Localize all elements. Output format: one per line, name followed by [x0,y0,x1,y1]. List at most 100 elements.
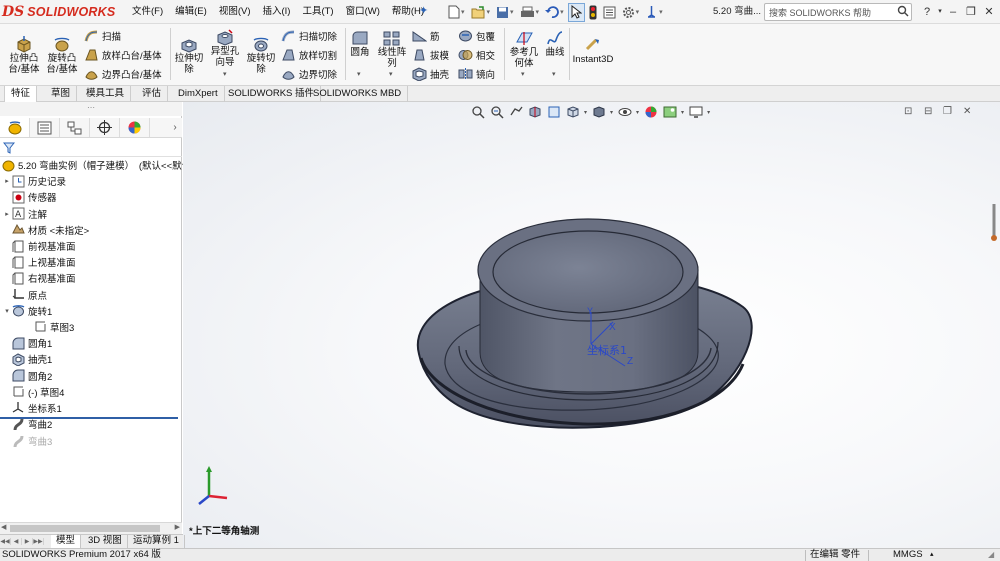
close-icon[interactable]: ✕ [980,0,998,24]
save-button[interactable]: ▾ [494,3,516,22]
tree-item-sketch4[interactable]: (-) 草图4 [0,384,180,400]
tab-evaluate[interactable]: 评估 [136,86,169,102]
graphics-area[interactable]: ▾ ▾ ▾ ▾ ▾ ⊡ ⊟ ❐ ✕ Y X Z 坐标系1 *上下二等角轴测 [183,102,1000,548]
search-icon[interactable] [895,5,911,20]
menu-edit[interactable]: 编辑(E) [169,0,213,24]
lofted-boss-button[interactable]: 放样凸台/基体 [84,46,162,64]
shell-button[interactable]: 抽壳 [412,65,449,83]
linear-pattern-button[interactable]: 线性阵 列 [374,30,410,69]
revolved-boss-button[interactable]: 旋转凸 台/基体 [44,36,80,75]
menu-window[interactable]: 窗口(W) [340,0,386,24]
tree-item-fillet1[interactable]: 圆角1 [0,335,180,351]
tab-dimxpert[interactable]: DimXpert [172,86,225,102]
linear-pattern-dropdown-icon[interactable]: ▾ [389,70,393,78]
tree-item-shell1[interactable]: 抽壳1 [0,351,180,367]
help-search-input[interactable]: 搜索 SOLIDWORKS 帮助 [765,6,895,19]
boundary-boss-button[interactable]: 边界凸台/基体 [84,65,162,83]
print-button[interactable]: ▾ [518,3,542,22]
tree-item-origin[interactable]: 原点 [0,287,180,303]
collapse-icon[interactable]: ▾ [2,307,12,315]
first-tab-icon[interactable]: ◀◀ [0,538,11,545]
tree-item-sketch3[interactable]: 草图3 [0,319,180,335]
scroll-left-icon[interactable]: ◀ [1,523,6,531]
new-document-button[interactable]: ▾ [446,3,467,22]
tree-item-annotations[interactable]: ▸ A 注解 [0,206,180,222]
fillet-dropdown-icon[interactable]: ▾ [357,70,361,78]
menu-file[interactable]: 文件(F) [126,0,169,24]
propertymanager-tab[interactable] [30,118,60,137]
tab-mold-tools[interactable]: 模具工具 [80,86,132,102]
menu-insert[interactable]: 插入(I) [256,0,296,24]
reference-geometry-button[interactable]: 参考几 何体 [506,30,542,69]
unit-system-dropdown-icon[interactable]: ▴ [930,549,934,561]
swept-cut-button[interactable]: 扫描切除 [281,27,337,45]
scroll-right-icon[interactable]: ▶ [175,523,180,531]
dimxpertmanager-tab[interactable] [90,118,120,137]
instant3d-button[interactable]: Instant3D [572,37,614,65]
tab-solidworks-mbd[interactable]: SOLIDWORKS MBD [307,86,409,102]
swept-boss-button[interactable]: 扫描 [84,27,121,45]
solidworks-logo[interactable]: DS SOLIDWORKS [2,3,115,21]
tree-item-sensors[interactable]: 传感器 [0,189,180,205]
panel-grip[interactable]: ⋯ [0,102,182,116]
menu-tools[interactable]: 工具(T) [296,0,339,24]
fillet-button[interactable]: 圆角 [347,30,373,58]
resize-grip-icon[interactable]: ◢ [988,549,994,561]
revolved-cut-button[interactable]: 旋转切 除 [245,36,277,75]
expand-icon[interactable]: ▸ [2,210,12,218]
vertical-slider-handle[interactable] [991,204,997,242]
help-search-box[interactable]: 搜索 SOLIDWORKS 帮助 [764,3,912,21]
tab-features[interactable]: 特征 [4,86,38,102]
customize-button[interactable]: ▾ [643,3,665,22]
boundary-cut-button[interactable]: 边界切除 [281,65,337,83]
select-button[interactable] [567,2,585,22]
hole-wizard-dropdown-icon[interactable]: ▾ [223,70,227,78]
wrap-button[interactable]: 包覆 [458,27,495,45]
next-tab-icon[interactable]: ▶ [22,538,33,545]
expand-icon[interactable]: ▸ [2,177,12,185]
extruded-cut-button[interactable]: 拉伸切 除 [173,36,205,75]
prev-tab-icon[interactable]: ◀ [11,538,22,545]
tree-item-right-plane[interactable]: 右视基准面 [0,270,180,286]
reference-geometry-dropdown-icon[interactable]: ▾ [521,70,525,78]
panel-horizontal-scrollbar[interactable]: ◀ ▶ [0,522,182,534]
configurationmanager-tab[interactable] [60,118,90,137]
open-button[interactable]: ▾ [469,3,493,22]
tree-item-top-plane[interactable]: 上视基准面 [0,254,180,270]
intersect-button[interactable]: 相交 [458,46,495,64]
tree-item-revolve1[interactable]: ▾ 旋转1 [0,303,180,319]
unit-system[interactable]: MMGS [893,549,923,561]
rebuild-button[interactable] [587,3,599,22]
file-properties-button[interactable] [601,3,618,22]
help-icon[interactable]: ? [918,0,936,24]
rollback-bar[interactable] [0,417,178,419]
lofted-cut-button[interactable]: 放样切割 [281,46,337,64]
hat-model[interactable]: Y X Z 坐标系1 [183,102,1000,548]
hole-wizard-button[interactable]: 异型孔 向导 [208,29,242,68]
draft-button[interactable]: 拔模 [412,46,449,64]
featuremanager-tab[interactable] [0,118,30,137]
tree-item-front-plane[interactable]: 前视基准面 [0,238,180,254]
scroll-thumb[interactable] [10,525,160,532]
tab-model[interactable]: 模型 [51,535,82,548]
options-button[interactable]: ▾ [620,3,642,22]
curves-dropdown-icon[interactable]: ▾ [552,70,556,78]
menu-view[interactable]: 视图(V) [213,0,257,24]
minimize-icon[interactable]: – [944,0,962,24]
curves-button[interactable]: 曲线 [543,30,567,58]
undo-button[interactable]: ▾ [543,3,566,22]
tree-item-history[interactable]: ▸ 历史记录 [0,173,180,189]
tree-filter[interactable] [0,139,182,157]
last-tab-icon[interactable]: ▶▶ [33,538,44,545]
rib-button[interactable]: 筋 [412,27,440,45]
pin-menu-icon[interactable]: ✦ [419,4,428,17]
tab-motion-study[interactable]: 运动算例 1 [128,535,185,548]
tabs-scroll-right-icon[interactable]: › [168,122,182,133]
tree-item-flex3[interactable]: 弯曲3 [0,433,180,449]
mirror-button[interactable]: 镜向 [458,65,495,83]
tree-item-fillet2[interactable]: 圆角2 [0,367,180,383]
tree-item-coordinate-system1[interactable]: 坐标系1 [0,400,180,416]
tree-root-part[interactable]: 5.20 弯曲实例（帽子建模） (默认<<默认 [0,157,191,173]
help-dropdown-icon[interactable]: ▾ [936,0,944,24]
tab-sketch[interactable]: 草图 [45,86,78,102]
